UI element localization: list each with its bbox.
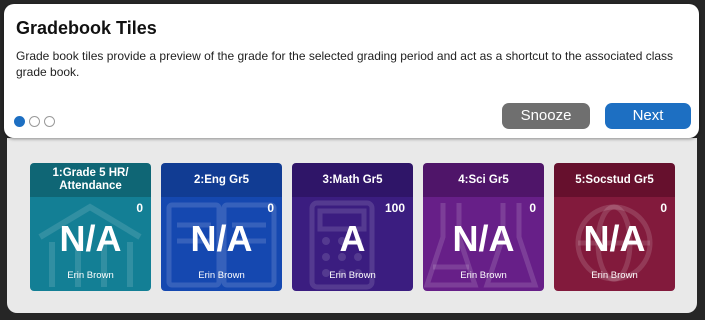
tile-class-name: 5:Socstud Gr5	[554, 163, 675, 197]
gradebook-tile[interactable]: 3:Math Gr5 100 A Erin Brown	[292, 163, 413, 291]
gradebook-tile[interactable]: 1:Grade 5 HR/ Attendance 0 N/A Erin Brow…	[30, 163, 151, 291]
app-background: 1:Grade 5 HR/ Attendance 0 N/A Erin Brow…	[0, 0, 705, 320]
tile-score: 100	[384, 201, 405, 215]
step-dot[interactable]	[44, 116, 55, 127]
step-dot-active[interactable]	[14, 116, 25, 127]
tile-teacher: Erin Brown	[329, 270, 376, 281]
snooze-button[interactable]: Snooze	[502, 103, 590, 129]
tile-teacher: Erin Brown	[460, 270, 507, 281]
tour-title: Gradebook Tiles	[16, 18, 157, 38]
tour-description: Grade book tiles provide a preview of th…	[16, 49, 674, 79]
tile-grade: N/A	[583, 218, 646, 259]
tile-class-name: 3:Math Gr5	[292, 163, 413, 197]
tile-class-name: 4:Sci Gr5	[423, 163, 544, 197]
step-indicator	[14, 116, 55, 127]
tile-body: 0 N/A Erin Brown	[554, 197, 675, 291]
next-button[interactable]: Next	[605, 103, 691, 129]
tile-teacher: Erin Brown	[591, 270, 638, 281]
tile-score: 0	[267, 201, 274, 215]
tile-score: 0	[136, 201, 143, 215]
tile-grade: N/A	[452, 218, 515, 259]
tile-teacher: Erin Brown	[198, 270, 245, 281]
tile-score: 0	[660, 201, 667, 215]
gradebook-tile[interactable]: 4:Sci Gr5 0 N/A Erin Brown	[423, 163, 544, 291]
tile-grade: N/A	[59, 218, 122, 259]
tile-class-name: 2:Eng Gr5	[161, 163, 282, 197]
tile-score: 0	[529, 201, 536, 215]
tile-body: 0 N/A Erin Brown	[161, 197, 282, 291]
gradebook-tile[interactable]: 2:Eng Gr5 0 N/A Erin Brown	[161, 163, 282, 291]
tile-body: 0 N/A Erin Brown	[30, 197, 151, 291]
tour-popover: Gradebook Tiles Grade book tiles provide…	[4, 4, 699, 138]
tile-body: 100 A Erin Brown	[292, 197, 413, 291]
step-dot[interactable]	[29, 116, 40, 127]
gradebook-tile[interactable]: 5:Socstud Gr5 0 N/A Erin Brown	[554, 163, 675, 291]
tile-grade: N/A	[190, 218, 253, 259]
tile-class-name: 1:Grade 5 HR/ Attendance	[30, 163, 151, 197]
tile-body: 0 N/A Erin Brown	[423, 197, 544, 291]
tile-grade: A	[339, 218, 366, 259]
tile-teacher: Erin Brown	[67, 270, 114, 281]
